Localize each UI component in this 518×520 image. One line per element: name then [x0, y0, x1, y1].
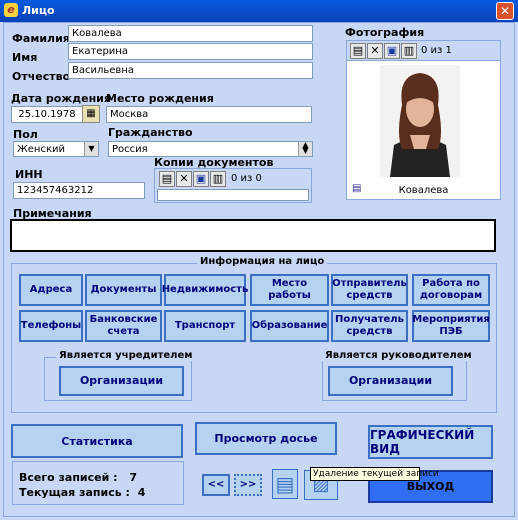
status-panel: Всего записей : 7 Текущая запись : 4 [12, 461, 184, 505]
inn-field[interactable]: 123457463212 [13, 182, 145, 199]
citizenship-value: Россия [112, 144, 148, 155]
total-label: Всего записей : [19, 471, 118, 484]
workplace-button[interactable]: Место работы [250, 274, 329, 306]
real-estate-button[interactable]: Недвижимость [162, 274, 248, 306]
photo-counter: 0 из 1 [421, 45, 452, 56]
peb-events-button[interactable]: Мероприятия ПЭБ [412, 310, 490, 342]
spin-icon[interactable]: ▲ ▼ [298, 142, 312, 156]
save-icon[interactable]: ▣ [193, 171, 209, 187]
birthplace-label: Место рождения [106, 92, 214, 105]
funds-recipient-button[interactable]: Получатель средств [331, 310, 408, 342]
photo-label: Фотография [345, 26, 425, 39]
person-window: Фамилия Ковалева Имя Екатерина Отчество … [3, 22, 515, 517]
sex-select[interactable]: Женский ▼ [13, 141, 99, 157]
inn-label: ИНН [15, 168, 43, 181]
photo-panel: ▤ ✕ ▣ ▥ 0 из 1 ▤ Ковалева [346, 40, 501, 200]
patronymic-field[interactable]: Васильевна [68, 62, 313, 79]
birthdate-label: Дата рождения [11, 92, 111, 105]
save-photo-icon[interactable]: ▣ [384, 43, 400, 59]
birthdate-field[interactable]: 25.10.1978 [11, 106, 83, 123]
citizenship-label: Гражданство [108, 126, 193, 139]
patronymic-label: Отчество [12, 70, 71, 83]
head-orgs-button[interactable]: Организации [328, 366, 453, 396]
surname-label: Фамилия [12, 32, 70, 45]
prev-button[interactable]: << [202, 474, 230, 496]
window-title: Лицо [22, 4, 55, 17]
document-icon[interactable]: ▤ [272, 469, 298, 499]
scan-icon[interactable]: ▥ [210, 171, 226, 187]
transport-button[interactable]: Транспорт [164, 310, 246, 342]
delete-photo-icon[interactable]: ✕ [367, 43, 383, 59]
info-title: Информация на лицо [197, 256, 328, 267]
add-photo-icon[interactable]: ▤ [350, 43, 366, 59]
graphic-view-button[interactable]: ГРАФИЧЕСКИЙ ВИД [368, 425, 493, 459]
funds-sender-button[interactable]: Отправитель средств [331, 274, 408, 306]
addresses-button[interactable]: Адреса [19, 274, 83, 306]
delete-tooltip: Удаление текущей записи [310, 467, 439, 481]
dossier-button[interactable]: Просмотр досье [195, 422, 337, 455]
surname-field[interactable]: Ковалева [68, 25, 313, 42]
total-records: Всего записей : 7 [19, 471, 137, 484]
close-button[interactable]: ✕ [496, 2, 514, 20]
head-title: Является руководителем [322, 350, 475, 361]
calendar-icon[interactable]: ▦ [82, 105, 100, 123]
photo-toolbar: ▤ ✕ ▣ ▥ 0 из 1 [347, 41, 500, 61]
portrait-photo [380, 65, 460, 177]
name-field[interactable]: Екатерина [68, 43, 313, 60]
title-bar: e Лицо ✕ [0, 0, 518, 22]
name-label: Имя [12, 51, 38, 64]
total-value: 7 [129, 471, 138, 484]
photo-caption: Ковалева [398, 185, 449, 196]
app-icon: e [4, 3, 18, 17]
chevron-down-icon[interactable]: ▼ [84, 142, 98, 156]
sex-label: Пол [13, 128, 38, 141]
founder-title: Является учредителем [56, 350, 196, 361]
contract-work-button[interactable]: Работа по договорам [412, 274, 490, 306]
notes-field[interactable] [10, 219, 496, 252]
birthplace-field[interactable]: Москва [106, 106, 312, 123]
sex-value: Женский [17, 144, 65, 155]
statistics-button[interactable]: Статистика [11, 424, 183, 458]
citizenship-select[interactable]: Россия ▲ ▼ [108, 141, 313, 157]
current-value: 4 [137, 486, 146, 499]
bank-accounts-button[interactable]: Банковские счета [85, 310, 162, 342]
education-button[interactable]: Образование [250, 310, 329, 342]
copies-panel: ▤ ✕ ▣ ▥ 0 из 0 [154, 168, 312, 203]
copies-counter: 0 из 0 [231, 173, 262, 184]
current-record: Текущая запись : 4 [19, 486, 145, 499]
copies-list[interactable] [157, 189, 309, 201]
founder-orgs-button[interactable]: Организации [59, 366, 184, 396]
phones-button[interactable]: Телефоны [19, 310, 83, 342]
next-button[interactable]: >> [234, 474, 262, 496]
scan-photo-icon[interactable]: ▥ [401, 43, 417, 59]
current-label: Текущая запись : [19, 486, 130, 499]
documents-button[interactable]: Документы [85, 274, 162, 306]
delete-icon[interactable]: ✕ [176, 171, 192, 187]
add-icon[interactable]: ▤ [159, 171, 175, 187]
